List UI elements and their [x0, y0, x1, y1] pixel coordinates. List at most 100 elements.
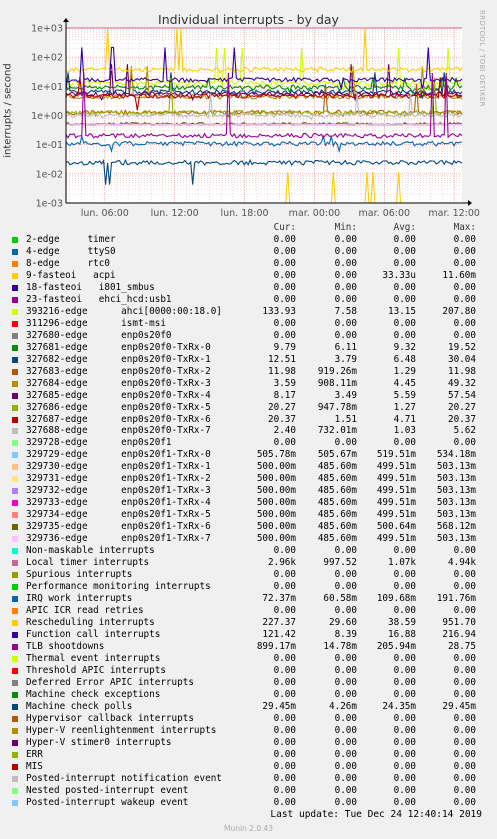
legend-avg-value: 499.51m	[376, 485, 416, 497]
legend-max-value: 0.00	[453, 772, 476, 784]
legend-min-value: 0.00	[334, 736, 357, 748]
x-tick-label: mar. 06:00	[359, 208, 411, 219]
legend-avg-value: 4.71	[393, 413, 416, 425]
legend-avg-value: 5.59	[393, 389, 416, 401]
legend-avg-value: 13.15	[388, 305, 416, 317]
legend-avg-value: 0.00	[393, 748, 416, 760]
legend-table: Cur: Min: Avg: Max: 2-edge timer 0.00 0.00…	[12, 222, 488, 808]
legend-avg-value: 0.00	[393, 581, 416, 593]
legend-cur-value: 0.00	[273, 736, 296, 748]
legend-row: Function call interrupts 121.42 8.39 16.88 2…	[12, 629, 488, 641]
legend-max-value: 503.13m	[436, 509, 476, 521]
legend-row: Spurious interrupts 0.00 0.00 0.00 0.00	[12, 569, 488, 581]
legend-label: Hypervisor callback interrupts	[26, 712, 194, 724]
legend-cur-value: 500.00m	[256, 485, 296, 497]
legend-label: 329728-edge enp0s20f1	[26, 437, 172, 449]
legend-avg-value: 0.00	[393, 772, 416, 784]
legend-cur-value: 2.96k	[268, 557, 296, 569]
legend-max-value: 20.27	[448, 401, 476, 413]
legend-min-value: 485.60m	[317, 509, 357, 521]
legend-min-value: 60.58m	[323, 593, 357, 605]
legend-label: 327687-edge enp0s20f0-TxRx-6	[26, 413, 211, 425]
legend-cur-value: 0.00	[273, 772, 296, 784]
legend-min-value: 0.00	[334, 329, 357, 341]
legend-label: 327688-edge enp0s20f0-TxRx-7	[26, 425, 211, 437]
legend-cur-value: 0.00	[273, 652, 296, 664]
legend-row: Hyper-V stimer0 interrupts 0.00 0.00 0.00 0.…	[12, 737, 488, 749]
legend-avg-value: 24.35m	[382, 700, 416, 712]
legend-max-value: 0.00	[453, 748, 476, 760]
legend-row: Local timer interrupts 2.96k 997.52 1.07k 4.…	[12, 557, 488, 569]
legend-label: MIS	[26, 760, 43, 772]
legend-label: 8-edge rtc0	[26, 257, 110, 269]
legend-avg-value: 0.00	[393, 688, 416, 700]
legend-cur-value: 0.00	[273, 760, 296, 772]
legend-rows: 2-edge timer 0.00 0.00 0.00 0.00 4-edge ttyS0…	[12, 234, 488, 809]
legend-max-value: 0.00	[453, 545, 476, 557]
legend-min-value: 0.00	[334, 317, 357, 329]
legend-max-value: 0.00	[453, 796, 476, 808]
legend-cur-value: 0.00	[273, 796, 296, 808]
legend-cur-value: 0.00	[273, 257, 296, 269]
legend-min-value: 0.00	[334, 712, 357, 724]
legend-label: IRQ work interrupts	[26, 593, 133, 605]
legend-row: 327684-edge enp0s20f0-TxRx-3 3.59 908.11m 4…	[12, 378, 488, 390]
x-axis-arrow	[468, 200, 472, 206]
legend-swatch	[12, 464, 18, 471]
legend-min-value: 29.60	[329, 616, 357, 628]
legend-min-value: 947.78m	[317, 401, 357, 413]
legend-label: Nested posted-interrupt event	[26, 784, 189, 796]
legend-label: Rescheduling interrupts	[26, 616, 155, 628]
legend-min-value: 919.26m	[317, 365, 357, 377]
legend-cur-value: 0.00	[273, 688, 296, 700]
y-tick-label: 1e-02	[36, 169, 63, 180]
legend-swatch	[12, 548, 18, 555]
legend-row: 327685-edge enp0s20f0-TxRx-4 8.17 3.49 5.59…	[12, 390, 488, 402]
plot-area: 1e+03 1e+02 1e+01 1e+00 1e-01 1e-02 1e-03 lun. …	[31, 18, 480, 219]
legend-cur-value: 0.00	[273, 545, 296, 557]
legend-max-value: 0.00	[453, 676, 476, 688]
legend-swatch	[12, 608, 18, 614]
legend-swatch	[12, 703, 18, 710]
legend-min-value: 485.60m	[317, 497, 357, 509]
legend-max-value: 503.13m	[436, 461, 476, 473]
legend-swatch	[12, 739, 18, 746]
y-tick-label: 1e+02	[31, 53, 63, 64]
legend-swatch	[12, 679, 18, 686]
legend-max-value: 0.00	[453, 245, 476, 257]
legend-label: 23-fasteoi ehci_hcd:usb1	[26, 293, 172, 305]
legend-row: 329734-edge enp0s20f1-TxRx-5 500.00m 485.6…	[12, 509, 488, 521]
legend-swatch	[12, 512, 18, 519]
legend-min-value: 0.00	[334, 545, 357, 557]
legend-row: 327680-edge enp0s20f0 0.00 0.00 0.00 0.00	[12, 330, 488, 342]
legend-swatch	[12, 368, 18, 375]
legend-min-value: 0.00	[334, 688, 357, 700]
legend-max-value: 0.00	[453, 664, 476, 676]
legend-row: Thermal event interrupts 0.00 0.00 0.00 0.00	[12, 653, 488, 665]
legend-label: 329735-edge enp0s20f1-TxRx-6	[26, 521, 211, 533]
legend-row: 2-edge timer 0.00 0.00 0.00 0.00	[12, 234, 488, 246]
legend-label: 329734-edge enp0s20f1-TxRx-5	[26, 509, 211, 521]
legend-row: 327686-edge enp0s20f0-TxRx-5 20.27 947.78m…	[12, 402, 488, 414]
legend-label: 2-edge timer	[26, 233, 116, 245]
legend-label: 4-edge ttyS0	[26, 245, 116, 257]
legend-max-value: 28.75	[448, 640, 476, 652]
legend-min-value: 485.60m	[317, 521, 357, 533]
legend-avg-value: 1.03	[393, 425, 416, 437]
legend-avg-value: 0.00	[393, 233, 416, 245]
legend-row: Machine check polls 29.45m 4.26m 24.35m 29.4…	[12, 701, 488, 713]
legend-swatch	[12, 560, 18, 567]
legend-max-value: 4.94k	[448, 557, 476, 569]
legend-swatch	[12, 236, 18, 243]
legend-row: 23-fasteoi ehci_hcd:usb1 0.00 0.00 0.00 0.00	[12, 294, 488, 306]
legend-row: Hypervisor callback interrupts 0.00 0.00 0.…	[12, 713, 488, 725]
legend-label: 18-fasteoi i801_smbus	[26, 281, 155, 293]
legend-avg-value: 33.33u	[382, 269, 416, 281]
legend-cur-value: 0.00	[273, 784, 296, 796]
legend-label: Thermal event interrupts	[26, 652, 161, 664]
x-tick-label: lun. 06:00	[81, 208, 129, 219]
legend-row: 329729-edge enp0s20f1-TxRx-0 505.78m 505.6…	[12, 449, 488, 461]
legend-cur-value: 500.00m	[256, 461, 296, 473]
legend-swatch	[12, 572, 18, 579]
legend-max-value: 951.70	[442, 616, 476, 628]
